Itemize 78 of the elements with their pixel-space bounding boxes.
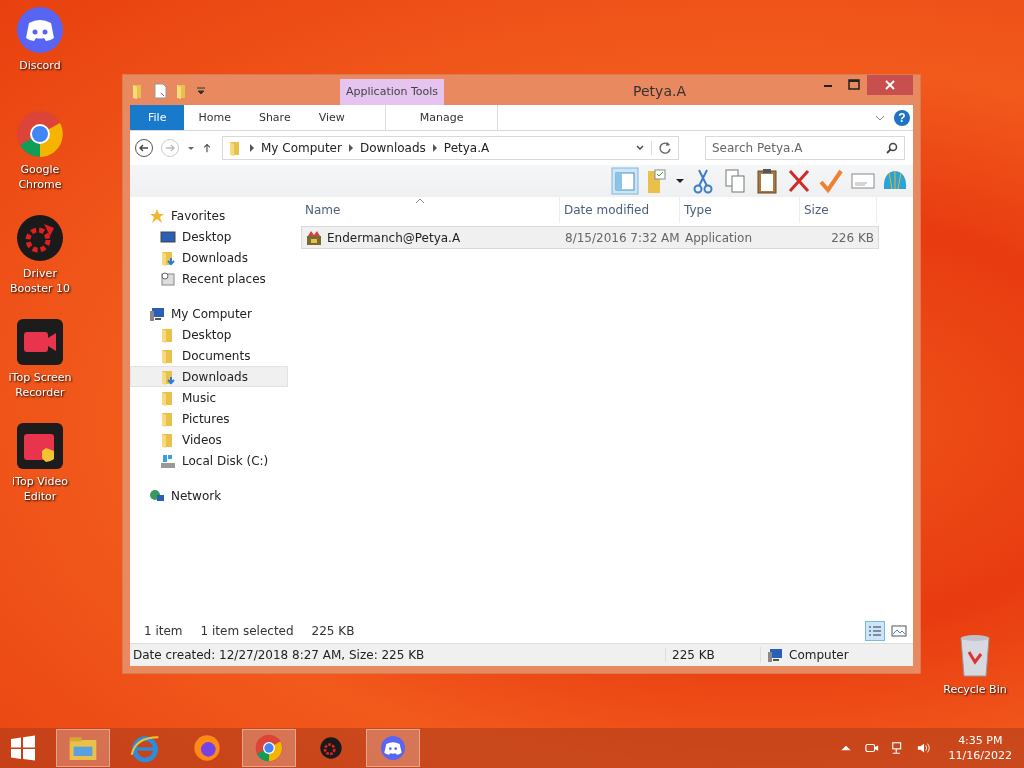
item-count: 1 item	[144, 624, 183, 638]
breadcrumb-arrow-icon[interactable]	[431, 144, 438, 152]
nav-item[interactable]: Recent places	[130, 268, 288, 289]
chrome-logo-icon	[253, 732, 285, 764]
desktop-icon-label[interactable]: Discord	[1, 58, 79, 73]
camera-icon[interactable]	[864, 741, 879, 755]
selection-count: 1 item selected	[200, 624, 294, 638]
checkmark-icon[interactable]	[817, 167, 845, 195]
desktop-icon-label[interactable]: Driver Booster 10	[1, 266, 79, 296]
window-title: Petya.A	[632, 82, 687, 99]
nav-item[interactable]: Documents	[130, 345, 288, 366]
up-arrow-icon[interactable]	[202, 143, 212, 153]
nav-item[interactable]: Desktop	[130, 226, 288, 247]
desktop-icon-label[interactable]: Google Chrome	[1, 162, 79, 192]
nav-item[interactable]: Favorites	[130, 205, 288, 226]
disk-drive-icon	[160, 452, 176, 469]
column-header[interactable]: Type	[680, 197, 800, 223]
ribbon-tab[interactable]: Home	[184, 105, 245, 130]
download-folder-icon	[160, 368, 176, 385]
speaker-icon[interactable]	[916, 741, 931, 755]
computer-icon	[767, 647, 783, 663]
search-field[interactable]: Search Petya.A	[705, 136, 905, 160]
monitor-icon	[160, 228, 176, 245]
breadcrumb[interactable]: My Computer	[261, 141, 342, 155]
clock[interactable]: 4:35 PM 11/16/2022	[942, 733, 1024, 763]
computer-icon	[149, 305, 165, 322]
close-button[interactable]	[867, 75, 913, 95]
chrome-logo-icon[interactable]	[16, 110, 64, 158]
windows-logo-icon[interactable]	[10, 735, 36, 761]
taskbar-button[interactable]	[366, 729, 420, 767]
ribbon-tab[interactable]: View	[304, 105, 359, 130]
help-button[interactable]: ?	[894, 109, 910, 126]
nav-item[interactable]: Network	[130, 485, 288, 506]
ribbon-tab[interactable]: Share	[244, 105, 305, 130]
nav-item[interactable]: Downloads	[130, 247, 288, 268]
file-name: Endermanch@Petya.A	[327, 230, 461, 245]
address-bar[interactable]: My Computer Downloads Petya.A	[222, 136, 679, 160]
file-row[interactable]: Endermanch@Petya.A 8/15/2016 7:32 AM Application 226 KB	[301, 226, 879, 249]
column-header[interactable]: Size	[800, 197, 877, 223]
ribbon-tab[interactable]: Manage	[384, 105, 499, 130]
nav-item[interactable]: Pictures	[130, 408, 288, 429]
desktop-icon-label[interactable]: Recycle Bin	[935, 682, 1015, 697]
desktop-icon-label[interactable]: iTop Video Editor	[1, 474, 79, 504]
column-header[interactable]: Name	[301, 197, 560, 223]
details-view-icon[interactable]	[865, 621, 885, 641]
application-icon	[306, 229, 322, 246]
dropdown-icon[interactable]	[675, 176, 685, 186]
search-icon	[885, 141, 899, 155]
nav-item[interactable]: Downloads	[130, 366, 288, 387]
location-label: Computer	[789, 648, 849, 662]
nav-item[interactable]: Videos	[130, 429, 288, 450]
column-header[interactable]: Date modified	[560, 197, 680, 223]
sort-caret-icon	[416, 198, 424, 203]
ribbon-tab[interactable]: File	[130, 105, 185, 130]
table-cell-text: Application	[684, 230, 754, 245]
breadcrumb[interactable]: Petya.A	[443, 141, 490, 155]
network-icon	[149, 487, 165, 504]
file-details: Date created: 12/27/2018 8:27 AM, Size: 225 KB	[132, 648, 426, 662]
table-cell-text: 8/15/2016 7:32 AM	[564, 230, 681, 245]
table-cell-text: 226 KB	[830, 230, 875, 245]
nav-item[interactable]: Local Disk (C:)	[130, 450, 288, 471]
nav-item[interactable]: My Computer	[130, 303, 288, 324]
document-icon[interactable]	[152, 83, 168, 99]
selection-size: 225 KB	[311, 624, 355, 638]
breadcrumb-arrow-icon[interactable]	[347, 144, 354, 152]
nav-item[interactable]: Desktop	[130, 324, 288, 345]
back-icon[interactable]	[134, 138, 154, 158]
file-size: 225 KB	[665, 648, 760, 662]
download-folder-icon	[160, 249, 176, 266]
contextual-tab-group: Application Tools	[340, 79, 445, 105]
nav-item[interactable]: Music	[130, 387, 288, 408]
breadcrumb-arrow-icon[interactable]	[249, 144, 255, 152]
camera-icon[interactable]	[16, 318, 64, 366]
breadcrumb[interactable]: Downloads	[359, 141, 426, 155]
recent-places-icon	[160, 270, 176, 287]
discord-logo-icon[interactable]	[16, 6, 64, 54]
taskbar-button[interactable]	[242, 729, 296, 767]
star-icon	[149, 207, 165, 224]
